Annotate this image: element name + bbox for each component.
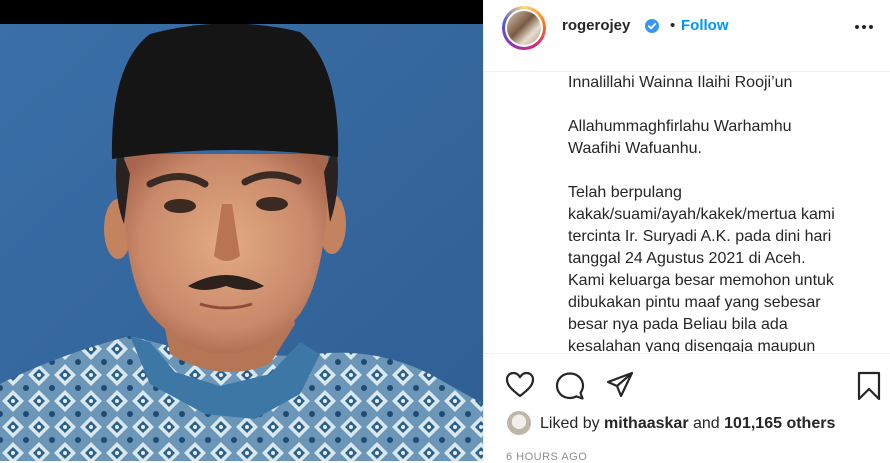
likes-and: and <box>693 415 720 432</box>
caption-line: kesalahan yang disengaja maupun <box>568 338 816 352</box>
post-caption: Innalillahi Wainna Ilaihi Rooji’un Allah… <box>568 72 868 352</box>
post-panel: rogerojey • Follow Innalillahi Wainna Il… <box>483 0 890 463</box>
header-separator: • <box>670 17 676 34</box>
bookmark-icon[interactable] <box>856 371 882 401</box>
caption-line: Kami keluarga besar memohon untuk <box>568 272 834 289</box>
post-image[interactable] <box>0 24 483 461</box>
post-actions: Liked by mithaaskar and 101,165 others 6… <box>484 353 890 463</box>
avatar-image <box>507 11 541 45</box>
author-username[interactable]: rogerojey <box>562 17 630 34</box>
caption-line: Allahummaghfirlahu Warhamhu <box>568 118 792 135</box>
likes-prefix: Liked by <box>540 415 600 432</box>
likes-count[interactable]: 101,165 others <box>724 415 835 432</box>
avatar-ring-gap <box>505 9 543 47</box>
more-options-icon[interactable] <box>854 22 874 32</box>
post-header: rogerojey • Follow <box>484 0 890 72</box>
heart-icon[interactable] <box>505 371 535 399</box>
caption-line: besar nya pada Beliau bila ada <box>568 316 788 333</box>
caption-line: tercinta Ir. Suryadi A.K. pada dini hari <box>568 228 832 245</box>
caption-line: Waafihi Wafuanhu. <box>568 140 702 157</box>
caption-line: Innalillahi Wainna Ilaihi Rooji’un <box>568 74 793 91</box>
liker-avatar[interactable] <box>507 411 531 435</box>
photo-top-bar <box>0 0 483 24</box>
verified-badge-icon <box>645 19 659 33</box>
caption-line: dibukakan pintu maaf yang sebesar <box>568 294 821 311</box>
likes-summary: Liked by mithaaskar and 101,165 others <box>540 415 835 433</box>
caption-line: tanggal 24 Agustus 2021 di Aceh. <box>568 250 806 267</box>
comment-icon[interactable] <box>555 371 585 401</box>
author-avatar[interactable] <box>502 6 546 50</box>
paper-plane-icon[interactable] <box>605 371 635 399</box>
caption-line: kakak/suami/ayah/kakek/mertua kami <box>568 206 835 223</box>
caption-line: Telah berpulang <box>568 184 682 201</box>
post-timestamp[interactable]: 6 HOURS AGO <box>506 451 587 463</box>
liker-username[interactable]: mithaaskar <box>604 415 689 432</box>
follow-button[interactable]: Follow <box>681 17 729 34</box>
